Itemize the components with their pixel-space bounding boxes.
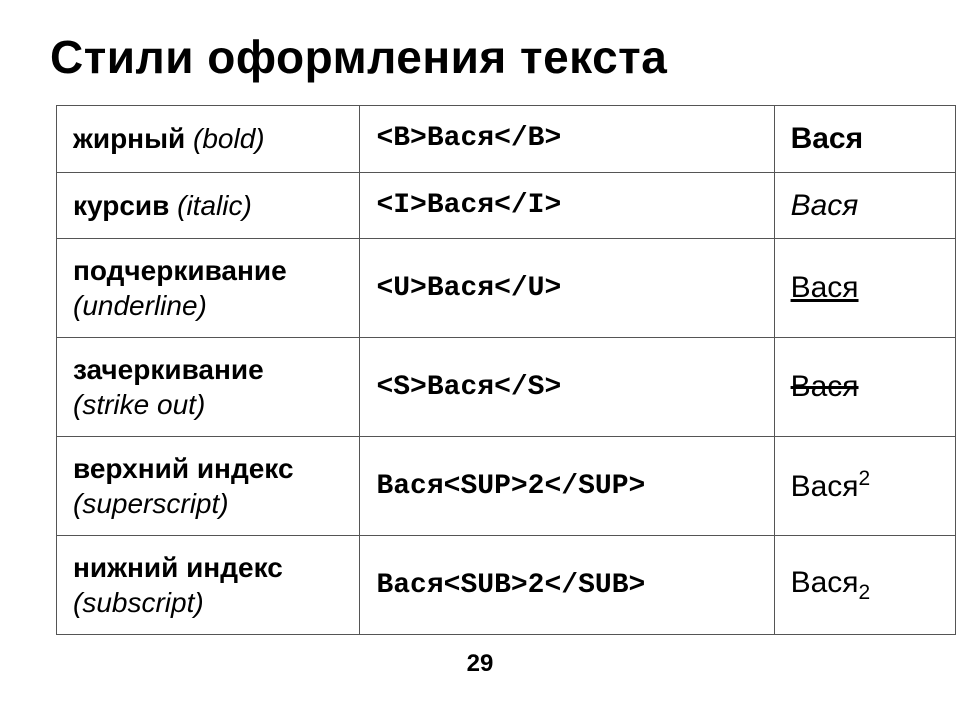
- style-result-cell: Вася: [774, 338, 955, 437]
- table-row: жирный (bold) <B>Вася</B> Вася: [57, 106, 956, 173]
- style-name-ru: верхний индекс: [73, 453, 294, 484]
- style-name-cell: жирный (bold): [57, 106, 360, 173]
- table-row: курсив (italic) <I>Вася</I> Вася: [57, 172, 956, 239]
- style-name-cell: подчеркивание (underline): [57, 239, 360, 338]
- style-result-cell: Вася: [774, 172, 955, 239]
- result-text: Вася: [791, 566, 859, 599]
- style-name-ru: нижний индекс: [73, 552, 283, 583]
- result-text: Вася: [791, 370, 859, 403]
- style-code-cell: <U>Вася</U>: [360, 239, 774, 338]
- result-text: Вася: [791, 189, 859, 222]
- style-code-cell: <I>Вася</I>: [360, 172, 774, 239]
- style-result-cell: Вася2: [774, 437, 955, 536]
- table-row: подчеркивание (underline) <U>Вася</U> Ва…: [57, 239, 956, 338]
- table-row: верхний индекс (superscript) Вася<SUP>2<…: [57, 437, 956, 536]
- style-name-ru: курсив: [73, 190, 169, 221]
- style-name-cell: курсив (italic): [57, 172, 360, 239]
- page-title: Стили оформления текста: [50, 30, 667, 84]
- page-number: 29: [0, 650, 960, 678]
- style-name-ru: зачеркивание: [73, 354, 264, 385]
- style-code-cell: Вася<SUP>2</SUP>: [360, 437, 774, 536]
- table-row: нижний индекс (subscript) Вася<SUB>2</SU…: [57, 536, 956, 635]
- style-result-cell: Вася: [774, 106, 955, 173]
- style-name-en: (italic): [177, 190, 252, 221]
- style-code-cell: <S>Вася</S>: [360, 338, 774, 437]
- result-text: Вася: [791, 271, 859, 304]
- style-name-cell: нижний индекс (subscript): [57, 536, 360, 635]
- result-suffix: 2: [859, 581, 871, 604]
- style-name-en: (subscript): [73, 587, 204, 618]
- style-name-ru: подчеркивание: [73, 255, 287, 286]
- result-suffix: 2: [859, 467, 871, 490]
- style-name-en: (superscript): [73, 488, 229, 519]
- style-code-cell: Вася<SUB>2</SUB>: [360, 536, 774, 635]
- style-result-cell: Вася2: [774, 536, 955, 635]
- style-name-ru: жирный: [73, 123, 185, 154]
- style-code-cell: <B>Вася</B>: [360, 106, 774, 173]
- styles-table: жирный (bold) <B>Вася</B> Вася курсив (i…: [56, 105, 956, 635]
- result-text: Вася: [791, 122, 864, 155]
- style-name-en: (strike out): [73, 389, 205, 420]
- slide: Стили оформления текста жирный (bold) <B…: [0, 0, 960, 720]
- style-name-en: (bold): [193, 123, 265, 154]
- style-name-cell: верхний индекс (superscript): [57, 437, 360, 536]
- style-name-cell: зачеркивание (strike out): [57, 338, 360, 437]
- style-result-cell: Вася: [774, 239, 955, 338]
- table-row: зачеркивание (strike out) <S>Вася</S> Ва…: [57, 338, 956, 437]
- result-text: Вася: [791, 470, 859, 503]
- style-name-en: (underline): [73, 290, 207, 321]
